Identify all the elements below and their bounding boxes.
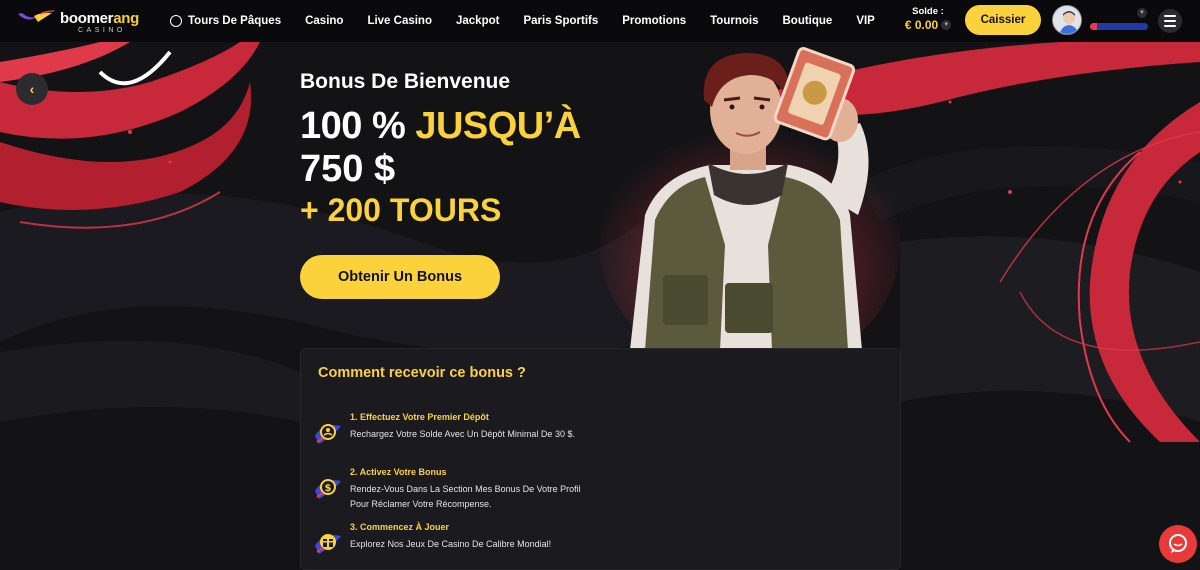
nav-item-easter-spins[interactable]: Tours De Pâques (158, 15, 293, 27)
adventurer-character-illustration (600, 47, 900, 350)
get-bonus-button[interactable]: Obtenir Un Bonus (300, 255, 500, 299)
gift-icon (315, 534, 341, 554)
boomerang-logo-icon (18, 10, 55, 22)
nav-item-label: VIP (856, 15, 875, 27)
bonus-steps-title: Comment recevoir ce bonus ? (318, 365, 526, 381)
hero-free-spins: + 200 TOURS (300, 192, 502, 228)
level-progress-fill (1090, 23, 1097, 30)
hero-headline: Bonus De Bienvenue 100 % JUSQU’À 750 $ +… (300, 70, 581, 230)
chevron-left-icon[interactable]: ‹ (16, 73, 48, 105)
hero-percent-line: 100 % JUSQU’À (300, 104, 581, 148)
nav-item-label: Paris Sportifs (523, 15, 599, 27)
bonus-step-description: Explorez Nos Jeux De Casino De Calibre M… (350, 539, 552, 549)
hero-kicker: Bonus De Bienvenue (300, 70, 511, 93)
user-avatar-icon (1053, 6, 1081, 34)
nav-item-label: Tours De Pâques (188, 15, 282, 27)
bonus-step-title: 1. Effectuez Votre Premier Dépôt (350, 412, 489, 422)
balance-widget[interactable]: Solde : € 0.00 ▼ (900, 6, 956, 32)
hero-amount: 750 $ (300, 148, 396, 190)
level-progress-bar (1090, 23, 1148, 30)
nav-item-label: Boutique (782, 15, 833, 27)
nav-item-label: Promotions (622, 15, 687, 27)
nav-item-label: Casino (305, 15, 344, 27)
nav-item-live-casino[interactable]: Live Casino (355, 15, 444, 27)
dollar-coin-icon: $ (315, 479, 341, 499)
nav-item-label: Tournois (710, 15, 759, 27)
main-nav: Tours De Pâques Casino Live Casino Jackp… (158, 0, 887, 42)
logo-wordmark: boomerang (60, 10, 139, 27)
bonus-step-description: Rendez-Vous Dans La Section Mes Bonus De… (350, 484, 581, 509)
bonus-step-description: Rechargez Votre Solde Avec Un Dépôt Mini… (350, 429, 575, 439)
balance-value: € 0.00 (904, 18, 939, 32)
bonus-steps-card: Comment recevoir ce bonus ? 1. Effectuez… (300, 348, 901, 570)
boomerang-logo[interactable]: boomerang CASINO (16, 8, 146, 36)
hero-upto: JUSQU’À (415, 105, 581, 147)
chat-bubble-icon (1169, 534, 1187, 553)
nav-item-tournaments[interactable]: Tournois (698, 15, 770, 27)
nav-item-shop[interactable]: Boutique (770, 15, 844, 27)
bonus-step-title: 3. Commencez À Jouer (350, 522, 450, 532)
avatar[interactable] (1052, 5, 1082, 35)
hamburger-menu-button[interactable] (1158, 9, 1182, 33)
top-navigation-bar: boomerang CASINO Tours De Pâques Casino … (0, 0, 1200, 42)
nav-item-sports-betting[interactable]: Paris Sportifs (511, 15, 610, 27)
nav-item-label: Jackpot (456, 15, 500, 27)
logo-subtitle: CASINO (78, 27, 126, 34)
globe-icon (170, 15, 182, 27)
bonus-step-title: 2. Activez Votre Bonus (350, 467, 447, 477)
chevron-down-icon[interactable]: ▼ (1137, 8, 1147, 18)
chevron-down-icon[interactable]: ▼ (941, 20, 952, 30)
nav-item-casino[interactable]: Casino (293, 15, 355, 27)
nav-item-jackpot[interactable]: Jackpot (444, 15, 511, 27)
nav-item-label: Live Casino (367, 15, 432, 27)
nav-item-vip[interactable]: VIP (844, 15, 887, 27)
user-coin-icon (315, 424, 341, 444)
hero-percent: 100 % (300, 105, 406, 147)
live-chat-button[interactable] (1159, 525, 1197, 563)
svg-text:$: $ (325, 483, 332, 494)
nav-item-promotions[interactable]: Promotions (610, 15, 698, 27)
balance-label: Solde : (912, 6, 944, 17)
cashier-button[interactable]: Caissier (965, 5, 1041, 35)
